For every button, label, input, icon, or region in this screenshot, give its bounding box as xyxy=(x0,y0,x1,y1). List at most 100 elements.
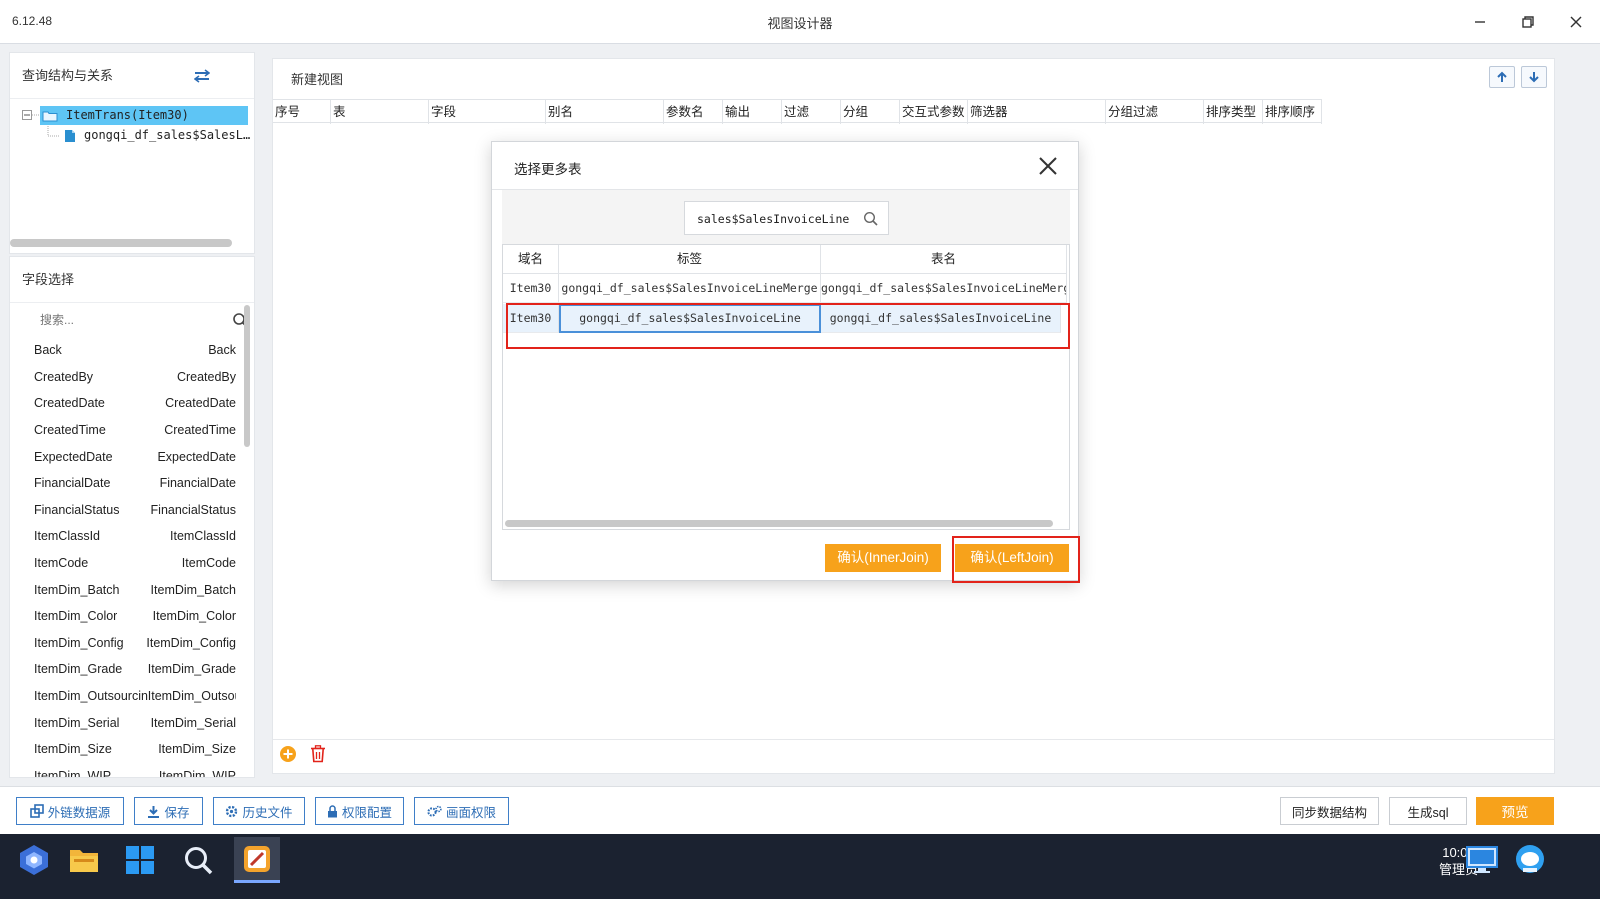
field-name: ItemDim_Size xyxy=(34,742,112,757)
tree-hscroll[interactable] xyxy=(10,239,232,247)
field-label: ItemDim_Config xyxy=(146,635,236,650)
field-list-item[interactable]: FinancialStatus FinancialStatus xyxy=(10,497,244,524)
search-icon[interactable] xyxy=(863,211,878,226)
grid-column-header[interactable]: 分组过滤 xyxy=(1106,100,1204,124)
table-search-input[interactable] xyxy=(697,210,857,228)
confirm-inner-join-button[interactable]: 确认(InnerJoin) xyxy=(825,544,941,572)
sync-structure-button[interactable]: 同步数据结构 xyxy=(1280,797,1379,825)
field-name: FinancialStatus xyxy=(34,502,120,517)
cell-label: gongqi_df_sales$SalesInvoiceLineMerge xyxy=(559,274,821,303)
select-more-tables-dialog: 选择更多表 域名 标签 表名 Item30 gongqi_df_sales$Sa… xyxy=(491,141,1079,581)
minimize-button[interactable] xyxy=(1468,10,1492,34)
field-list-item[interactable]: CreatedBy CreatedBy xyxy=(10,364,244,391)
field-list-item[interactable]: CreatedDate CreatedDate xyxy=(10,390,244,417)
field-label: ItemDim_Grade xyxy=(147,662,236,677)
windows-start-button[interactable] xyxy=(120,840,160,880)
file-manager-button[interactable] xyxy=(64,840,104,880)
grid-column-header[interactable]: 参数名 xyxy=(664,100,723,124)
monitor-icon xyxy=(1466,846,1498,873)
field-list-item[interactable]: ItemDim_WIP ItemDim_WIP xyxy=(10,763,244,778)
restore-icon xyxy=(1522,16,1534,28)
permission-config-button[interactable]: 权限配置 xyxy=(315,797,404,825)
grid-column-header[interactable]: 筛选器 xyxy=(968,100,1106,124)
field-name: ItemDim_WIP xyxy=(34,768,112,778)
history-files-label: 历史文件 xyxy=(242,805,293,820)
confirm-left-join-button[interactable]: 确认(LeftJoin) xyxy=(955,544,1069,572)
field-label: CreatedDate xyxy=(165,396,236,411)
field-list-item[interactable]: ItemDim_Grade ItemDim_Grade xyxy=(10,656,244,683)
grid-column-header[interactable]: 别名 xyxy=(546,100,664,124)
view-designer-app-button[interactable] xyxy=(234,837,280,883)
save-button[interactable]: 保存 xyxy=(134,797,203,825)
grid-column-header[interactable]: 过滤 xyxy=(782,100,841,124)
grid-column-header[interactable]: 分组 xyxy=(841,100,900,124)
history-files-button[interactable]: 历史文件 xyxy=(213,797,305,825)
collapse-toggle-icon[interactable] xyxy=(22,110,32,120)
view-grid-header: 序号表字段 别名 参数名 输出 过滤 分组 交互式参数 筛选器 分组过滤 排序类型 排序顺序 xyxy=(273,99,1322,124)
field-list-item[interactable]: ExpectedDate ExpectedDate xyxy=(10,443,244,470)
table-hscroll[interactable] xyxy=(505,520,1053,527)
field-label: ItemDim_Color xyxy=(152,609,236,624)
field-label: FinancialDate xyxy=(159,476,236,491)
screen-permission-button[interactable]: 画面权限 xyxy=(414,797,509,825)
field-name: CreatedBy xyxy=(34,369,94,384)
remote-desktop-button[interactable] xyxy=(1462,840,1502,880)
grid-column-header[interactable]: 排序顺序 xyxy=(1263,100,1322,124)
generate-sql-button[interactable]: 生成sql xyxy=(1389,797,1467,825)
external-datasource-button[interactable]: 外链数据源 xyxy=(16,797,124,825)
dialog-header: 选择更多表 xyxy=(492,142,1078,190)
chat-app-button[interactable] xyxy=(1510,840,1550,880)
field-list-item[interactable]: ItemDim_Config ItemDim_Config xyxy=(10,630,244,657)
save-label: 保存 xyxy=(164,805,190,820)
taskbar-search-button[interactable] xyxy=(178,840,218,880)
field-list-item[interactable]: FinancialDate FinancialDate xyxy=(10,470,244,497)
tree-node-root[interactable]: ItemTrans(Item30) xyxy=(40,106,248,125)
field-list-item[interactable]: ItemDim_Serial ItemDim_Serial xyxy=(10,709,244,736)
field-search-input[interactable] xyxy=(26,307,250,333)
query-structure-header: 查询结构与关系 xyxy=(10,53,254,99)
add-icon[interactable] xyxy=(279,745,297,763)
dialog-close-icon[interactable] xyxy=(1036,154,1060,178)
field-label: ItemDim_WIP xyxy=(158,768,236,778)
close-icon xyxy=(1570,16,1582,28)
windows-icon xyxy=(126,846,154,874)
field-selection-header: 字段选择 xyxy=(10,257,254,303)
swap-icon[interactable] xyxy=(194,69,210,83)
field-name: Back xyxy=(34,343,62,358)
move-up-button[interactable] xyxy=(1489,66,1515,88)
edit-icon xyxy=(244,845,270,872)
grid-column-header[interactable]: 字段 xyxy=(429,100,546,124)
field-label: CreatedBy xyxy=(176,369,236,384)
field-search xyxy=(26,307,250,333)
field-label: ItemDim_Outsou xyxy=(147,689,236,704)
delete-icon[interactable] xyxy=(310,745,326,763)
field-list-item[interactable]: ItemClassId ItemClassId xyxy=(10,523,244,550)
grid-column-header[interactable]: 序号 xyxy=(273,100,331,124)
field-name: ItemDim_Outsourcing xyxy=(34,689,148,704)
field-list-item[interactable]: ItemDim_Size ItemDim_Size xyxy=(10,736,244,763)
table-row[interactable]: Item30 gongqi_df_sales$SalesInvoiceLineM… xyxy=(503,274,1067,303)
grid-column-header[interactable]: 表 xyxy=(331,100,429,124)
gear-icon xyxy=(226,805,238,817)
tree-node-child[interactable]: gongqi_df_sales$SalesL… xyxy=(62,126,250,145)
field-list-item[interactable]: ItemDim_Color ItemDim_Color xyxy=(10,603,244,630)
close-window-button[interactable] xyxy=(1564,10,1588,34)
field-list-item[interactable]: ItemDim_Outsourcing ItemDim_Outsou xyxy=(10,683,244,710)
grid-column-header[interactable]: 输出 xyxy=(723,100,782,124)
field-name: ExpectedDate xyxy=(34,449,113,464)
start-menu-button[interactable] xyxy=(14,840,54,880)
field-list-item[interactable]: ItemDim_Batch ItemDim_Batch xyxy=(10,576,244,603)
grid-column-header[interactable]: 交互式参数 xyxy=(900,100,968,124)
window-title: 视图设计器 xyxy=(767,16,833,31)
preview-button[interactable]: 预览 xyxy=(1476,797,1554,825)
move-down-button[interactable] xyxy=(1521,66,1547,88)
table-row-selected[interactable]: Item30 gongqi_df_sales$SalesInvoiceLine … xyxy=(503,304,1061,333)
dialog-body: 域名 标签 表名 Item30 gongqi_df_sales$SalesInv… xyxy=(502,190,1070,530)
restore-button[interactable] xyxy=(1516,10,1540,34)
field-list-vscroll[interactable] xyxy=(244,305,250,447)
field-list-item[interactable]: ItemCode ItemCode xyxy=(10,550,244,577)
field-list-item[interactable]: CreatedTime CreatedTime xyxy=(10,417,244,444)
grid-column-header[interactable]: 排序类型 xyxy=(1204,100,1263,124)
field-list-item[interactable]: Back Back xyxy=(10,337,244,364)
header-domain: 域名 xyxy=(503,245,559,274)
